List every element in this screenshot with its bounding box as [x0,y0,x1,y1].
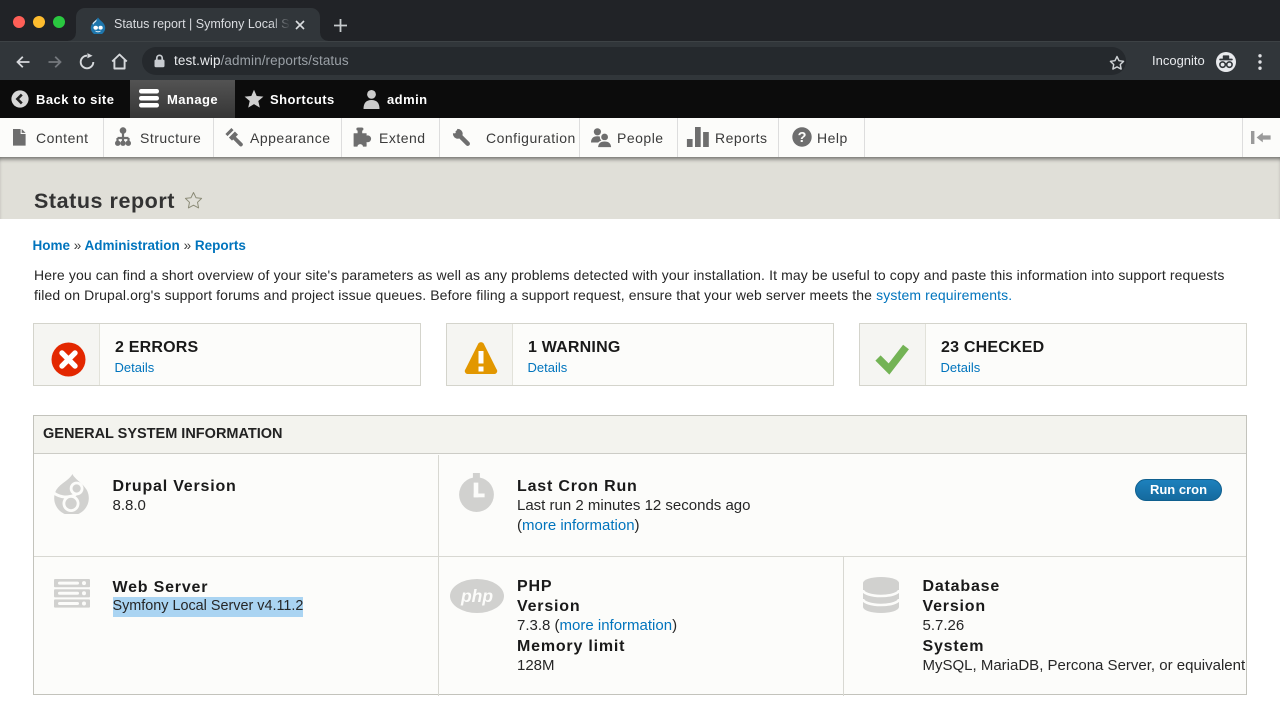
svg-text:php: php [460,586,493,606]
svg-text:?: ? [798,130,807,146]
